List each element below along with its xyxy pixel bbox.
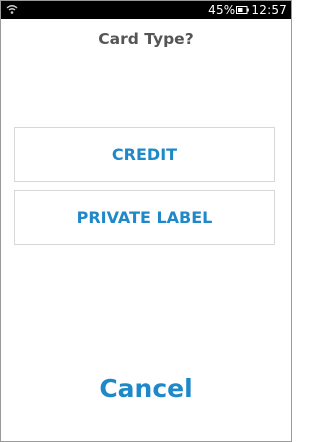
battery-icon xyxy=(236,6,250,14)
battery-percent: 45% xyxy=(208,3,236,17)
credit-button[interactable]: CREDIT xyxy=(14,127,275,182)
private-label-button-label: PRIVATE LABEL xyxy=(76,208,213,227)
wifi-icon xyxy=(6,5,18,14)
private-label-button[interactable]: PRIVATE LABEL xyxy=(14,190,275,245)
card-type-title: Card Type? xyxy=(98,30,194,48)
credit-button-label: CREDIT xyxy=(111,145,178,164)
cancel-button[interactable]: Cancel xyxy=(1,374,291,403)
status-bar: 45% 12:57 xyxy=(1,1,291,19)
clock: 12:57 xyxy=(251,3,287,17)
status-indicators: 45% 12:57 xyxy=(208,1,287,19)
